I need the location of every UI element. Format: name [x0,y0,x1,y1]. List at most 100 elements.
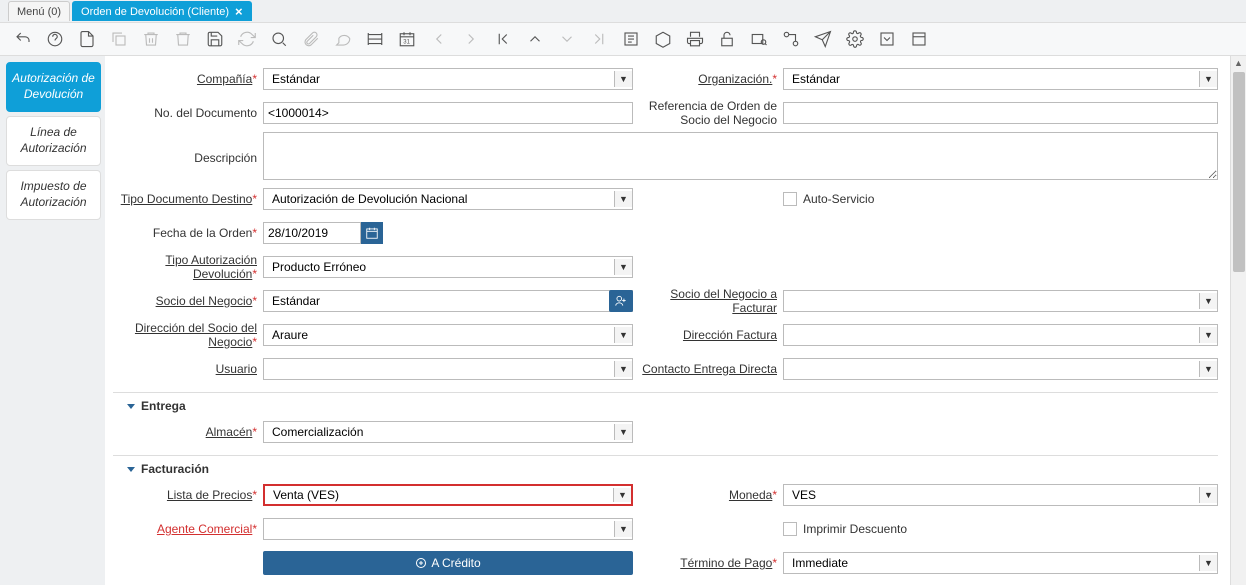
section-entrega[interactable]: Entrega [113,392,1218,417]
print-icon[interactable] [684,28,706,50]
almacen-input[interactable] [268,424,614,440]
descripcion-input[interactable] [263,132,1218,180]
organizacion-field[interactable]: ▼ [783,68,1218,90]
send-icon[interactable] [812,28,834,50]
socio-negocio-input[interactable] [268,293,607,309]
almacen-field[interactable]: ▼ [263,421,633,443]
undo-icon[interactable] [12,28,34,50]
checkbox-box[interactable] [783,522,797,536]
fecha-orden-input[interactable] [263,222,361,244]
agente-comercial-field[interactable]: ▼ [263,518,633,540]
delete-icon[interactable] [140,28,162,50]
socio-negocio-field[interactable] [263,290,633,312]
scroll-up-icon[interactable]: ▲ [1231,56,1246,70]
chevron-down-icon[interactable]: ▼ [1199,293,1217,309]
chevron-down-icon[interactable]: ▼ [1199,361,1217,377]
vertical-scrollbar[interactable]: ▲ [1230,56,1246,585]
num-documento-input[interactable] [263,102,633,124]
tipo-autorizacion-field[interactable]: ▼ [263,256,633,278]
copy-icon[interactable] [108,28,130,50]
archive-icon[interactable] [652,28,674,50]
attachment-icon[interactable] [300,28,322,50]
tab-menu[interactable]: Menú (0) [8,1,70,21]
termino-pago-field[interactable]: ▼ [783,552,1218,574]
calendar-icon[interactable] [361,222,383,244]
a-credito-button[interactable]: A Crédito [263,551,633,575]
process-icon[interactable] [876,28,898,50]
label-termino-pago: Término de Pago* [633,556,783,570]
direccion-factura-field[interactable]: ▼ [783,324,1218,346]
auto-servicio-checkbox[interactable]: Auto-Servicio [783,192,874,206]
label-tipo-autorizacion: Tipo Autorización Devolución* [113,253,263,282]
delete-all-icon[interactable] [172,28,194,50]
next-icon[interactable] [460,28,482,50]
checkbox-box[interactable] [783,192,797,206]
grid-icon[interactable] [364,28,386,50]
tipo-autorizacion-input[interactable] [268,259,614,275]
a-credito-label: A Crédito [431,556,480,570]
chevron-down-icon[interactable]: ▼ [1199,555,1217,571]
section-facturacion[interactable]: Facturación [113,455,1218,480]
scroll-thumb[interactable] [1233,72,1245,272]
search-icon[interactable] [268,28,290,50]
organizacion-input[interactable] [788,71,1199,87]
chat-icon[interactable] [332,28,354,50]
close-icon[interactable]: × [235,4,243,19]
chevron-down-icon[interactable]: ▼ [1199,327,1217,343]
sidetab-impuesto[interactable]: Impuesto de Autorización [6,170,101,220]
termino-pago-input[interactable] [788,555,1199,571]
first-icon[interactable] [492,28,514,50]
usuario-field[interactable]: ▼ [263,358,633,380]
new-icon[interactable] [76,28,98,50]
chevron-down-icon[interactable]: ▼ [614,521,632,537]
zoom-icon[interactable] [748,28,770,50]
lock-icon[interactable] [716,28,738,50]
up-icon[interactable] [524,28,546,50]
chevron-down-icon[interactable]: ▼ [1199,71,1217,87]
socio-facturar-field[interactable]: ▼ [783,290,1218,312]
report-icon[interactable] [620,28,642,50]
save-icon[interactable] [204,28,226,50]
partner-search-icon[interactable] [609,290,633,312]
chevron-down-icon[interactable]: ▼ [613,488,631,502]
usuario-input[interactable] [268,361,614,377]
moneda-field[interactable]: ▼ [783,484,1218,506]
refresh-icon[interactable] [236,28,258,50]
sidetab-autorizacion[interactable]: Autorización de Devolución [6,62,101,112]
last-icon[interactable] [588,28,610,50]
chevron-down-icon[interactable]: ▼ [614,71,632,87]
chevron-down-icon[interactable]: ▼ [1199,487,1217,503]
down-icon[interactable] [556,28,578,50]
tipo-doc-destino-field[interactable]: ▼ [263,188,633,210]
moneda-input[interactable] [788,487,1199,503]
tab-orden-devolucion[interactable]: Orden de Devolución (Cliente) × [72,1,252,21]
chevron-down-icon[interactable]: ▼ [614,361,632,377]
help-icon[interactable] [44,28,66,50]
prev-icon[interactable] [428,28,450,50]
contacto-entrega-field[interactable]: ▼ [783,358,1218,380]
chevron-down-icon[interactable]: ▼ [614,424,632,440]
chevron-down-icon[interactable]: ▼ [614,259,632,275]
compania-field[interactable]: ▼ [263,68,633,90]
lista-precios-input[interactable] [269,488,613,502]
fecha-orden-field[interactable] [263,222,383,244]
workflow-icon[interactable] [780,28,802,50]
imprimir-descuento-checkbox[interactable]: Imprimir Descuento [783,522,907,536]
direccion-socio-input[interactable] [268,327,614,343]
contacto-entrega-input[interactable] [788,361,1199,377]
chevron-down-icon[interactable]: ▼ [614,191,632,207]
gear-icon[interactable] [844,28,866,50]
agente-comercial-input[interactable] [268,521,614,537]
calendar-icon[interactable]: 31 [396,28,418,50]
direccion-factura-input[interactable] [788,327,1199,343]
ref-orden-socio-input[interactable] [783,102,1218,124]
form-icon[interactable] [908,28,930,50]
tipo-doc-destino-input[interactable] [268,191,614,207]
side-nav: Autorización de Devolución Línea de Auto… [0,56,105,585]
direccion-socio-field[interactable]: ▼ [263,324,633,346]
lista-precios-field[interactable]: ▼ [263,484,633,506]
compania-input[interactable] [268,71,614,87]
sidetab-linea[interactable]: Línea de Autorización [6,116,101,166]
chevron-down-icon[interactable]: ▼ [614,327,632,343]
socio-facturar-input[interactable] [788,293,1199,309]
